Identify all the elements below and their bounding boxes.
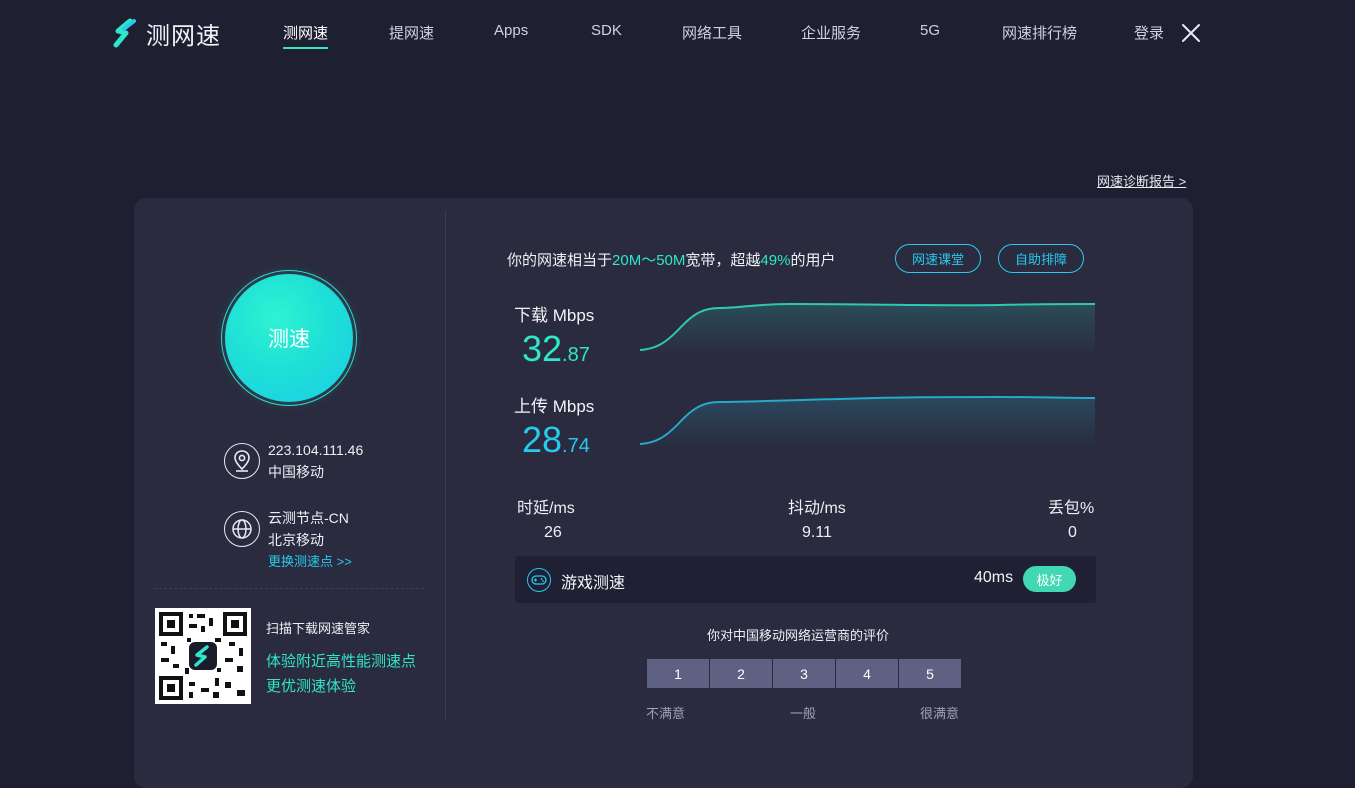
nav-item-5g[interactable]: 5G: [920, 22, 940, 39]
ip-isp: 中国移动: [268, 464, 324, 480]
rating-title: 你对中国移动网络运营商的评价: [707, 628, 890, 643]
top-header: 测网速 测网速 提网速 Apps SDK 网络工具 企业服务 5G 网速排行榜 …: [0, 0, 1355, 66]
start-speedtest-button[interactable]: 测速: [225, 274, 353, 402]
summary-bandwidth: 20M～50M: [612, 252, 686, 269]
download-value: 32.87: [522, 328, 590, 370]
rating-option-2[interactable]: 2: [710, 659, 772, 688]
download-int: 32: [522, 328, 563, 369]
gamepad-icon: [527, 568, 551, 592]
main-nav: 测网速 提网速 Apps SDK 网络工具 企业服务 5G 网速排行榜 登录: [0, 22, 1355, 49]
jitter-label: 抖动/ms: [788, 500, 846, 517]
rating-low-label: 不满意: [646, 706, 686, 721]
nav-item-sdk[interactable]: SDK: [591, 22, 622, 39]
qr-title: 扫描下载网速管家: [266, 621, 371, 636]
globe-icon: [224, 511, 260, 547]
self-troubleshoot-button[interactable]: 自助排障: [998, 244, 1085, 273]
download-dec: .87: [562, 344, 590, 366]
qr-code-image: [159, 612, 247, 700]
packet-loss-value: 0: [1068, 524, 1077, 541]
summary-suffix: 的用户: [790, 252, 836, 269]
rating-option-4[interactable]: 4: [836, 659, 898, 688]
rating-options: 1 2 3 4 5: [647, 659, 961, 688]
left-divider: [154, 588, 424, 589]
jitter-value: 9.11: [802, 524, 832, 541]
rating-option-3[interactable]: 3: [773, 659, 835, 688]
ip-address: 223.104.111.46: [268, 442, 364, 458]
speed-summary: 你的网速相当于20M～50M宽带，超越49%的用户: [507, 249, 835, 270]
summary-prefix: 你的网速相当于: [507, 252, 613, 269]
upload-dec: .74: [562, 435, 590, 457]
speed-course-button[interactable]: 网速课堂: [895, 244, 982, 273]
nav-item-apps[interactable]: Apps: [494, 22, 528, 39]
summary-middle: 宽带，超越: [685, 252, 761, 269]
packet-loss-label: 丢包%: [1048, 500, 1095, 517]
summary-percent: 49%: [760, 252, 791, 269]
qr-code: [155, 608, 251, 704]
nav-item-network-tools[interactable]: 网络工具: [682, 22, 742, 43]
qr-description: 扫描下载网速管家 体验附近高性能测速点 更优测速体验: [266, 618, 416, 699]
change-node-link[interactable]: 更换测速点 >>: [268, 551, 352, 573]
upload-int: 28: [522, 419, 563, 460]
node-location: 北京移动: [268, 532, 324, 548]
rating-option-5[interactable]: 5: [899, 659, 961, 688]
vertical-divider: [445, 210, 446, 720]
game-quality-badge: 极好: [1023, 566, 1076, 592]
node-name: 云测节点-CN: [268, 510, 349, 526]
location-pin-icon: [224, 443, 260, 479]
qr-line-2: 更优测速体验: [266, 678, 357, 695]
upload-value: 28.74: [522, 419, 590, 461]
latency-label: 时延/ms: [517, 500, 575, 517]
speed-button-ring: 测速: [221, 270, 357, 406]
ip-info: 223.104.111.46 中国移动: [224, 442, 363, 483]
node-info: 云测节点-CN 北京移动 更换测速点 >>: [224, 510, 352, 573]
download-chart: [640, 302, 1095, 356]
nav-item-speedtest[interactable]: 测网速: [283, 22, 329, 49]
nav-item-enterprise[interactable]: 企业服务: [801, 22, 861, 43]
speedtest-card: 测速 223.104.111.46 中国移动 云测节点-CN 北京移动 更换测速…: [134, 198, 1193, 788]
diagnosis-report-link[interactable]: 网速诊断报告 >: [1097, 171, 1186, 190]
upload-label: 上传 Mbps: [514, 397, 595, 416]
rating-option-1[interactable]: 1: [647, 659, 709, 688]
download-label: 下载 Mbps: [514, 306, 595, 325]
game-speed-bar[interactable]: 游戏测速 40ms 极好: [515, 556, 1096, 603]
latency-value: 26: [544, 524, 562, 541]
nav-item-login[interactable]: 登录: [1134, 22, 1164, 43]
close-icon[interactable]: [1180, 22, 1202, 44]
qr-line-1: 体验附近高性能测速点: [266, 653, 417, 670]
upload-chart: [640, 395, 1095, 448]
rating-mid-label: 一般: [790, 706, 817, 721]
game-speed-label: 游戏测速: [561, 575, 626, 592]
nav-item-ranking[interactable]: 网速排行榜: [1002, 22, 1077, 43]
rating-high-label: 很满意: [920, 706, 960, 721]
game-latency: 40ms: [974, 569, 1014, 586]
nav-item-boost[interactable]: 提网速: [389, 22, 434, 43]
